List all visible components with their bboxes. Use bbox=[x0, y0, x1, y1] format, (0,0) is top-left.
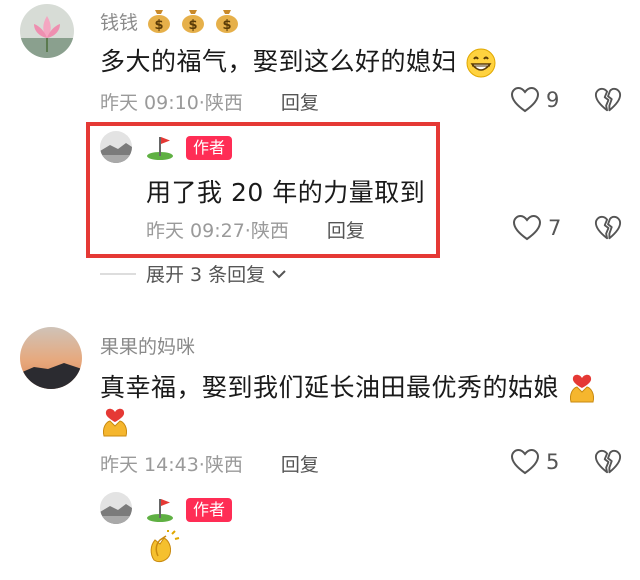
username-text: 钱钱 bbox=[100, 12, 139, 34]
like-button[interactable]: 9 bbox=[510, 86, 559, 114]
comment-1-text: 多大的福气，娶到这么好的媳妇 bbox=[100, 42, 497, 79]
hand-heart-icon bbox=[570, 374, 595, 403]
avatar-comment-2[interactable] bbox=[20, 327, 82, 389]
author-badge: 作者 bbox=[186, 498, 233, 522]
avatar-comment-1[interactable] bbox=[20, 4, 74, 58]
money-bag-icon: $ bbox=[216, 10, 238, 33]
dislike-button[interactable] bbox=[594, 448, 622, 480]
like-button[interactable]: 7 bbox=[512, 214, 561, 242]
reply-button[interactable]: 回复 bbox=[281, 92, 319, 114]
like-count: 7 bbox=[548, 216, 562, 240]
broken-heart-icon bbox=[594, 449, 622, 474]
comment-location: 陕西 bbox=[204, 92, 243, 114]
expand-divider bbox=[100, 272, 136, 275]
clapping-hands-icon bbox=[146, 530, 180, 568]
username-text: 果果的妈咪 bbox=[100, 336, 196, 358]
author-reply-meta: 昨天 09:27·陕西 回复 bbox=[146, 220, 365, 242]
svg-text:$: $ bbox=[154, 18, 163, 33]
heart-icon bbox=[510, 86, 540, 113]
chevron-down-icon bbox=[272, 269, 286, 278]
author-avatar[interactable] bbox=[100, 131, 132, 163]
comment-2-username[interactable]: 果果的妈咪 bbox=[100, 332, 195, 359]
dislike-button[interactable] bbox=[594, 214, 622, 246]
comment-time: 昨天 09:10 bbox=[100, 92, 199, 114]
hand-heart-icon bbox=[100, 406, 130, 444]
like-count: 9 bbox=[546, 88, 560, 112]
like-button[interactable]: 5 bbox=[510, 448, 559, 476]
broken-heart-icon bbox=[594, 215, 622, 240]
landscape-avatar-icon bbox=[100, 131, 132, 163]
grinning-face-icon bbox=[466, 48, 496, 78]
expand-replies-button[interactable]: 展开 3 条回复 bbox=[100, 260, 287, 287]
money-bag-icons: $ $ $ bbox=[146, 6, 240, 34]
broken-heart-icon bbox=[594, 87, 622, 112]
comment-location: 陕西 bbox=[204, 454, 243, 476]
golf-flag-icon bbox=[146, 134, 174, 164]
sunset-avatar-icon bbox=[20, 327, 82, 389]
svg-text:$: $ bbox=[222, 18, 231, 33]
svg-text:$: $ bbox=[188, 18, 197, 33]
dislike-button[interactable] bbox=[594, 86, 622, 118]
money-bag-icon: $ bbox=[182, 10, 204, 33]
author-reply-text: 用了我 20 年的力量取到 bbox=[146, 178, 426, 207]
landscape-avatar-icon bbox=[100, 492, 132, 524]
money-bag-icon: $ bbox=[148, 10, 170, 33]
author-avatar[interactable] bbox=[100, 492, 132, 524]
comment-time: 昨天 14:43 bbox=[100, 454, 199, 476]
author-badge: 作者 bbox=[186, 136, 233, 160]
reply-button[interactable]: 回复 bbox=[281, 454, 319, 476]
comment-2-text: 真幸福，娶到我们延长油田最优秀的姑娘 bbox=[100, 368, 597, 406]
expand-label: 展开 3 条回复 bbox=[146, 264, 266, 286]
reply-time: 昨天 09:27 bbox=[146, 220, 245, 242]
comment-1-meta: 昨天 09:10·陕西 回复 bbox=[100, 92, 319, 114]
golf-flag-icon bbox=[146, 496, 174, 526]
comment-2-meta: 昨天 14:43·陕西 回复 bbox=[100, 454, 319, 476]
comment-1-username[interactable]: 钱钱 bbox=[100, 8, 138, 35]
heart-icon bbox=[510, 448, 540, 475]
heart-icon bbox=[512, 214, 542, 241]
like-count: 5 bbox=[546, 450, 560, 474]
reply-location: 陕西 bbox=[250, 220, 289, 242]
lotus-avatar-icon bbox=[20, 4, 74, 58]
reply-button[interactable]: 回复 bbox=[327, 220, 365, 242]
